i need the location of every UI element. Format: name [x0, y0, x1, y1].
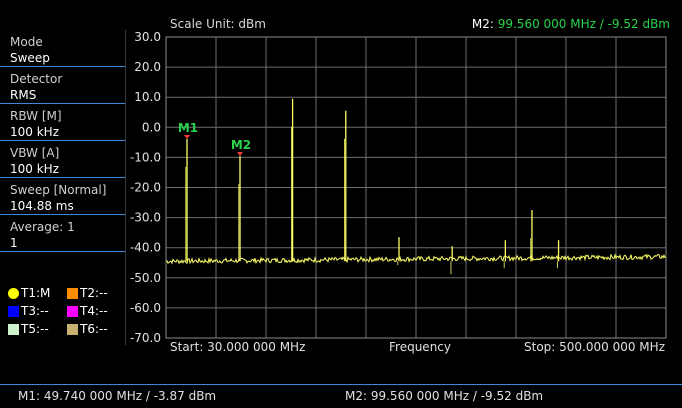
y-tick-label: -10.0: [130, 150, 161, 164]
y-tick-label: 0.0: [142, 120, 161, 134]
stop-frequency: Stop: 500.000 000 MHz: [524, 340, 665, 354]
y-tick-label: 10.0: [134, 90, 161, 104]
analyzer-screen: Scale Unit: dBm M2: 99.560 000 MHz / -9.…: [0, 0, 682, 408]
y-tick-label: -30.0: [130, 211, 161, 225]
y-tick-label: -60.0: [130, 301, 161, 315]
y-tick-label: 20.0: [134, 60, 161, 74]
m2-status: M2: 99.560 000 MHz / -9.52 dBm: [345, 389, 544, 403]
y-tick-label: 30.0: [134, 30, 161, 44]
marker-status-bar: M1: 49.740 000 MHz / -3.87 dBm M2: 99.56…: [0, 384, 682, 408]
y-tick-label: -70.0: [130, 331, 161, 345]
y-tick-label: -50.0: [130, 271, 161, 285]
marker-label: M2: [231, 138, 251, 152]
frequency-axis-label: Frequency: [389, 340, 451, 354]
marker-triangle: [237, 151, 243, 156]
marker-triangle: [184, 134, 190, 139]
start-frequency: Start: 30.000 000 MHz: [170, 340, 306, 354]
marker-label: M1: [178, 121, 198, 135]
y-tick-label: -40.0: [130, 241, 161, 255]
y-tick-label: -20.0: [130, 181, 161, 195]
m1-status: M1: 49.740 000 MHz / -3.87 dBm: [18, 389, 217, 403]
